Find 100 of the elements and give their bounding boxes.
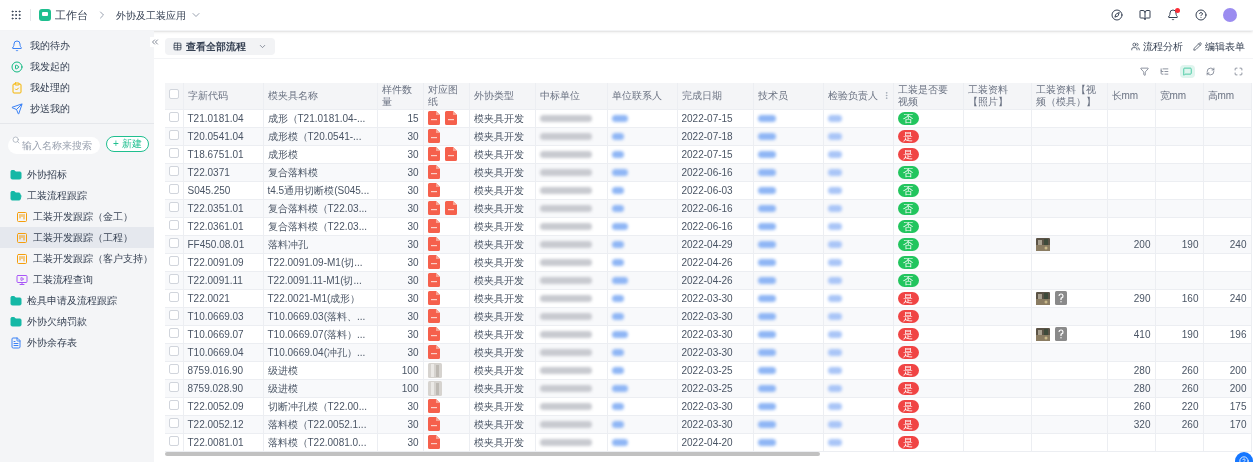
column-header[interactable]: 检验负责人 [827, 89, 889, 102]
sidebar-item[interactable]: 我的待办 [0, 35, 154, 56]
sidebar-item[interactable]: 我处理的 [0, 77, 154, 98]
toolbar-button[interactable]: 编辑表单 [1193, 39, 1245, 54]
column-header[interactable]: 字新代码 [187, 89, 259, 102]
column-header[interactable]: 对应图纸 [427, 83, 465, 108]
view-toggle-button[interactable] [1180, 64, 1195, 78]
checkbox[interactable] [169, 417, 179, 428]
pdf-file-icon[interactable] [444, 147, 457, 161]
checkbox[interactable] [169, 111, 179, 122]
avatar[interactable] [1223, 8, 1237, 22]
sidebar-item[interactable]: 我发起的 [0, 56, 154, 77]
checkbox[interactable] [169, 89, 179, 100]
column-header[interactable]: 长mm [1111, 89, 1151, 102]
table-cell: 模夹具开发 [473, 202, 524, 214]
tree-item[interactable]: 工装开发跟踪（工程） [0, 227, 154, 248]
column-header[interactable]: 外协类型 [473, 89, 531, 102]
checkbox[interactable] [169, 219, 179, 230]
refresh-icon[interactable] [1206, 66, 1215, 76]
checkbox[interactable] [169, 435, 179, 446]
notification-button[interactable] [1167, 9, 1179, 21]
pdf-file-icon[interactable] [427, 237, 440, 251]
image-thumbnail[interactable] [427, 380, 442, 396]
book-icon[interactable] [1139, 9, 1151, 21]
pdf-file-icon[interactable] [444, 111, 457, 125]
checkbox[interactable] [169, 237, 179, 248]
checkbox[interactable] [169, 273, 179, 284]
app-grid-icon[interactable] [10, 9, 22, 21]
column-header[interactable]: 高mm [1207, 89, 1247, 102]
sort-icon[interactable] [1160, 66, 1169, 76]
checkbox[interactable] [169, 201, 179, 212]
pdf-file-icon[interactable] [427, 309, 440, 323]
sidebar-item[interactable]: 抄送我的 [0, 98, 154, 119]
checkbox[interactable] [169, 381, 179, 392]
tree-item[interactable]: 工装流程查询 [0, 269, 154, 290]
fullscreen-icon[interactable] [1234, 66, 1243, 76]
tree-item[interactable]: 工装开发跟踪（客户支持） [0, 248, 154, 269]
checkbox[interactable] [169, 309, 179, 320]
column-header[interactable]: 宽mm [1159, 89, 1199, 102]
collapse-icon[interactable] [150, 37, 160, 47]
pdf-file-icon[interactable] [427, 291, 440, 305]
pdf-file-icon[interactable] [427, 345, 440, 359]
pdf-file-icon[interactable] [427, 219, 440, 233]
checkbox[interactable] [169, 399, 179, 410]
tree-item[interactable]: 外协欠纳罚款 [0, 311, 154, 332]
toolbar-button[interactable]: 流程分析 [1131, 39, 1183, 54]
help-icon[interactable] [1195, 9, 1207, 21]
horizontal-scrollbar[interactable] [165, 451, 820, 456]
logo-icon[interactable] [39, 9, 51, 21]
app-title[interactable]: 工作台 [55, 6, 88, 24]
column-header[interactable]: 技术员 [757, 89, 819, 102]
tree-item[interactable]: 外协招标 [0, 164, 154, 185]
folder-icon[interactable] [10, 315, 22, 328]
folder-icon[interactable] [10, 189, 22, 202]
pdf-file-icon[interactable] [427, 147, 440, 161]
tree-item[interactable]: 工装流程跟踪 [0, 185, 154, 206]
column-header[interactable]: 样件数量 [381, 83, 419, 108]
pdf-file-icon[interactable] [427, 201, 440, 215]
checkbox[interactable] [169, 345, 179, 356]
column-header[interactable]: 工装资料【视频（模具）】 [1035, 83, 1103, 108]
pdf-file-icon[interactable] [444, 201, 457, 215]
checkbox[interactable] [169, 165, 179, 176]
pdf-file-icon[interactable] [427, 165, 440, 179]
column-header[interactable]: 单位联系人 [611, 89, 673, 102]
unknown-file-icon[interactable] [1054, 291, 1067, 305]
checkbox[interactable] [169, 147, 179, 158]
filter-icon[interactable] [1140, 66, 1149, 76]
pdf-file-icon[interactable] [427, 417, 440, 431]
view-select[interactable]: 查看全部流程 [165, 38, 275, 55]
checkbox[interactable] [169, 327, 179, 338]
pdf-file-icon[interactable] [427, 327, 440, 341]
column-header[interactable]: 中标单位 [539, 89, 603, 102]
compass-icon[interactable] [1111, 9, 1123, 21]
pdf-file-icon[interactable] [427, 129, 440, 143]
checkbox[interactable] [169, 183, 179, 194]
column-header[interactable]: 完成日期 [681, 89, 749, 102]
unknown-file-icon[interactable] [1054, 327, 1067, 341]
pdf-file-icon[interactable] [427, 399, 440, 413]
tree-item[interactable]: 检具申请及流程跟踪 [0, 290, 154, 311]
checkbox[interactable] [169, 363, 179, 374]
pdf-file-icon[interactable] [427, 273, 440, 287]
column-header[interactable]: 工装是否要视频 [897, 83, 959, 108]
tree-item[interactable]: 工装开发跟踪（金工） [0, 206, 154, 227]
table-cell: 落料冲孔 [267, 238, 308, 250]
image-thumbnail[interactable] [427, 362, 442, 378]
folder-icon[interactable] [10, 168, 22, 181]
pdf-file-icon[interactable] [427, 111, 440, 125]
checkbox[interactable] [169, 291, 179, 302]
search-field[interactable]: 输入名称来搜索 [8, 137, 100, 154]
redacted-text [827, 330, 842, 338]
pdf-file-icon[interactable] [427, 435, 440, 449]
column-header[interactable]: 工装资料【照片】 [967, 83, 1027, 108]
checkbox[interactable] [169, 129, 179, 140]
tree-item[interactable]: 外协余存表 [0, 332, 154, 353]
pdf-file-icon[interactable] [427, 255, 440, 269]
column-header[interactable]: 模夹具名称 [267, 89, 373, 102]
pdf-file-icon[interactable] [427, 183, 440, 197]
checkbox[interactable] [169, 255, 179, 266]
folder-icon[interactable] [10, 294, 22, 307]
breadcrumb-item[interactable]: 外协及工装应用 [116, 7, 186, 23]
